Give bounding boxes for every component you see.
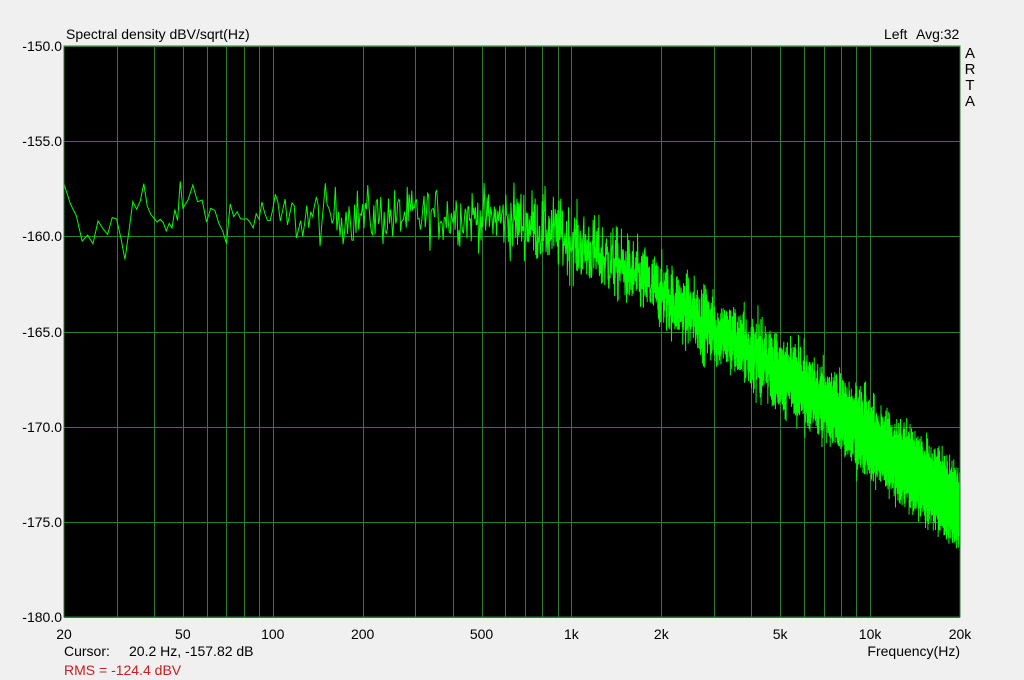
x-axis-label: Frequency(Hz) <box>867 643 960 659</box>
y-tick-label: -155.0 <box>22 133 62 150</box>
rms-readout: RMS = -124.4 dBV <box>64 662 182 678</box>
brand-letter: A <box>964 93 975 110</box>
y-tick-label: -170.0 <box>22 418 62 435</box>
brand-letter: T <box>965 77 975 94</box>
brand-logo: A R T A <box>963 46 977 110</box>
y-tick-label: -180.0 <box>22 609 62 625</box>
x-tick-label: 20k <box>948 626 972 642</box>
x-tick-label: 20 <box>56 626 72 642</box>
brand-letter: A <box>964 45 975 62</box>
brand-letter: R <box>964 61 976 78</box>
x-tick-label: 10k <box>858 626 882 642</box>
y-tick-label: -165.0 <box>22 323 62 340</box>
x-tick-label: 500 <box>469 626 494 642</box>
x-tick-label: 2k <box>653 626 669 642</box>
x-tick-label: 1k <box>564 626 579 642</box>
y-tick-label: -160.0 <box>22 228 62 245</box>
spectrum-chart[interactable] <box>0 0 1024 680</box>
x-tick-label: 100 <box>261 626 285 642</box>
x-tick-label: 5k <box>772 626 788 642</box>
cursor-label: Cursor: <box>64 643 110 659</box>
y-tick-label: -175.0 <box>22 513 62 530</box>
channel-label: Left <box>884 26 908 42</box>
cursor-readout: 20.2 Hz, -157.82 dB <box>129 643 254 659</box>
x-tick-label: 50 <box>175 626 191 642</box>
y-tick-label: -150.0 <box>22 38 62 54</box>
x-tick-label: 200 <box>350 626 375 642</box>
chart-title: Spectral density dBV/sqrt(Hz) <box>66 26 250 42</box>
average-count: Avg:32 <box>916 26 960 42</box>
plot-area[interactable] <box>64 46 960 617</box>
